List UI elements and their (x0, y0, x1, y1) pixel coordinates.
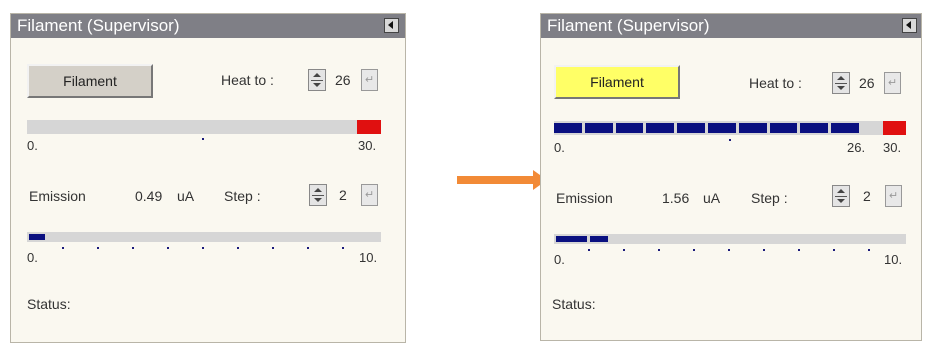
right-heat-bar (554, 121, 906, 141)
right-heat-fill-segment (554, 123, 582, 133)
left-heat-bar (27, 120, 381, 140)
left-heat-scale-min: 0. (27, 138, 38, 153)
left-emission-value: 0.49 (135, 188, 163, 204)
right-step-label: Step : (751, 190, 788, 206)
right-step-value: 2 (863, 188, 871, 204)
left-heat-spinner-icon[interactable] (308, 69, 326, 91)
right-title-bar: Filament (Supervisor) (541, 14, 921, 38)
left-step-label: Step : (224, 188, 261, 204)
left-triangle-icon[interactable] (384, 18, 399, 33)
right-step-enter-icon[interactable]: ↵ (885, 185, 902, 207)
left-emission-bar (27, 232, 381, 242)
right-filament-button[interactable]: Filament (554, 65, 680, 99)
left-heat-tick (202, 138, 204, 140)
right-heat-scale-max: 30. (883, 140, 902, 155)
right-heat-to-label: Heat to : (749, 75, 802, 91)
right-heat-fill-segment (677, 123, 705, 133)
left-emission-scale-max: 10. (359, 250, 378, 265)
left-heat-to-label: Heat to : (221, 72, 274, 88)
right-filament-panel: Filament (Supervisor) Filament Heat to :… (540, 13, 922, 341)
left-emission-scale-min: 0. (27, 250, 38, 265)
left-step-enter-icon[interactable]: ↵ (361, 184, 378, 206)
left-heat-value: 26 (335, 72, 351, 88)
left-title-bar: Filament (Supervisor) (11, 14, 405, 38)
left-heat-scale-max: 30. (358, 138, 377, 153)
right-heat-enter-icon[interactable]: ↵ (884, 72, 901, 94)
right-emission-fill-1 (556, 236, 587, 242)
right-panel-title: Filament (Supervisor) (547, 16, 710, 35)
left-heat-enter-icon[interactable]: ↵ (361, 69, 378, 91)
left-panel-title: Filament (Supervisor) (17, 16, 180, 35)
right-heat-fill-segment (738, 123, 767, 133)
right-emission-label: Emission (556, 190, 613, 206)
right-emission-unit: uA (703, 190, 721, 206)
left-step-spinner-icon[interactable] (309, 184, 327, 206)
left-status-label: Status: (27, 296, 71, 312)
right-heat-scale-min: 0. (554, 140, 565, 155)
right-emission-scale-min: 0. (554, 252, 565, 267)
right-triangle-icon[interactable] (902, 18, 917, 33)
right-status-label: Status: (552, 296, 596, 312)
right-heat-fill-segment (800, 123, 829, 133)
right-heat-value: 26 (859, 75, 875, 91)
right-heat-spinner-icon[interactable] (832, 72, 850, 94)
left-filament-panel: Filament (Supervisor) Filament Heat to :… (10, 13, 406, 343)
right-heat-fill-segment (584, 123, 613, 133)
right-heat-fill-segment (831, 123, 859, 133)
right-heat-fill-segment (646, 123, 675, 133)
right-heat-limit-marker (883, 121, 906, 135)
right-step-spinner-icon[interactable] (832, 185, 850, 207)
right-heat-scale-mid: 26. (847, 140, 866, 155)
left-step-value: 2 (339, 187, 347, 203)
right-heat-fill-segment (708, 123, 736, 133)
left-emission-unit: uA (177, 188, 195, 204)
right-emission-scale-max: 10. (884, 252, 903, 267)
right-heat-fill-segment (769, 123, 798, 133)
left-filament-button[interactable]: Filament (27, 64, 153, 98)
right-heat-fill-segment (615, 123, 644, 133)
left-heat-limit-marker (357, 120, 381, 134)
right-emission-fill-2 (590, 236, 608, 242)
left-emission-fill (29, 234, 45, 240)
left-emission-label: Emission (29, 188, 86, 204)
right-emission-value: 1.56 (662, 190, 690, 206)
right-emission-bar (554, 234, 906, 244)
right-heat-tick (729, 139, 731, 141)
